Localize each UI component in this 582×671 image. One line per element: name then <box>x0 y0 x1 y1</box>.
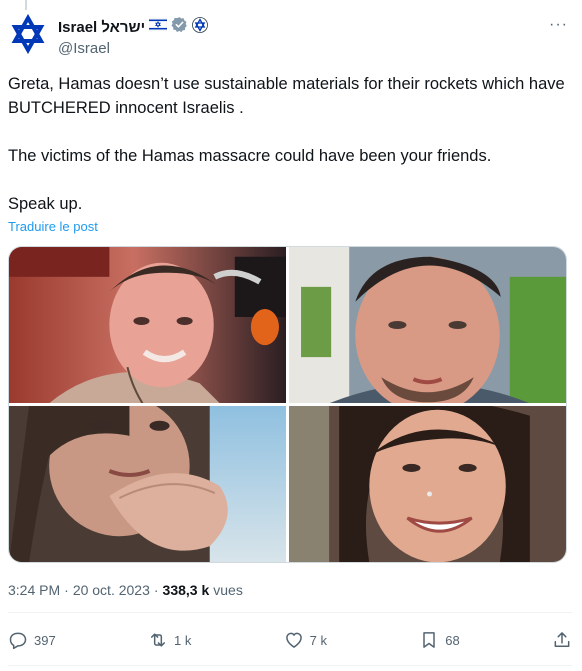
repost-icon <box>150 633 165 647</box>
divider <box>8 612 572 613</box>
avatar[interactable] <box>8 14 48 54</box>
tweet-paragraph: The victims of the Hamas massacre could … <box>8 147 492 165</box>
bookmark-button[interactable]: 68 <box>419 630 460 650</box>
tweet-date[interactable]: 20 oct. 2023 <box>73 582 150 598</box>
divider <box>8 665 572 666</box>
star-of-david-icon <box>8 14 48 54</box>
tweet-meta: 3:24 PM · 20 oct. 2023 · 338,3 k vues <box>8 582 243 598</box>
victim-photo-3[interactable] <box>9 406 286 562</box>
victim-photo-4[interactable] <box>289 406 566 562</box>
repost-button[interactable]: 1 k <box>148 630 191 650</box>
heart-icon <box>285 632 302 648</box>
government-affiliation-badge-icon[interactable] <box>192 16 209 38</box>
meta-separator: · <box>64 582 69 598</box>
media-grid <box>8 246 567 563</box>
victim-photo-2[interactable] <box>289 247 566 403</box>
meta-separator: · <box>153 582 159 598</box>
tweet-text: Greta, Hamas doesn’t use sustainable mat… <box>8 72 568 216</box>
like-count: 7 k <box>309 632 327 648</box>
views-count: 338,3 k <box>162 582 210 598</box>
action-bar: 397 1 k 7 k 68 <box>8 623 572 657</box>
account-handle[interactable]: @Israel <box>58 40 208 57</box>
author-names: Israel ישראל @Israel <box>58 14 209 60</box>
victim-photo-1[interactable] <box>9 247 286 403</box>
tweet-time[interactable]: 3:24 PM <box>8 582 60 598</box>
display-name[interactable]: Israel ישראל <box>58 19 145 36</box>
translate-post-link[interactable]: Traduire le post <box>8 219 98 234</box>
reply-button[interactable]: 397 <box>8 630 56 650</box>
repost-count: 1 k <box>173 632 192 648</box>
bookmark-icon <box>423 632 435 648</box>
reply-count: 397 <box>34 632 56 648</box>
tweet-paragraph: Greta, Hamas doesn’t use sustainable mat… <box>8 75 565 117</box>
share-icon <box>554 632 570 647</box>
verified-badge-icon[interactable] <box>171 16 188 38</box>
bookmark-count: 68 <box>445 632 460 648</box>
views-label: vues <box>213 582 243 598</box>
tweet-paragraph: Speak up. <box>8 195 83 213</box>
share-button[interactable] <box>552 630 572 650</box>
israel-flag-icon <box>148 17 168 36</box>
like-button[interactable]: 7 k <box>284 630 327 650</box>
name-row: Israel ישראל <box>58 16 209 38</box>
reply-icon <box>9 632 27 650</box>
tweet-header: Israel ישראל @Israel ··· <box>8 14 572 60</box>
thread-connector-line <box>25 0 27 10</box>
more-options-button[interactable]: ··· <box>549 16 568 34</box>
